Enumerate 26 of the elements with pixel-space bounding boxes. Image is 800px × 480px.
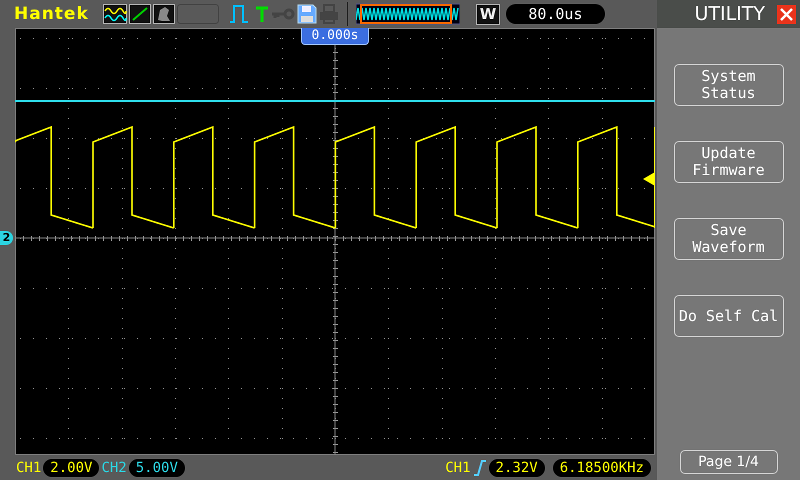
menu-title: UTILITY — [694, 3, 765, 25]
close-icon[interactable] — [777, 4, 796, 24]
pulse-icon[interactable] — [228, 4, 249, 24]
trigger-source: CH1 — [445, 460, 471, 476]
trigger-level: 2.32V — [488, 458, 545, 476]
ch2-marker[interactable]: 2 — [0, 231, 13, 245]
trigger-level-marker[interactable] — [643, 172, 655, 186]
dual-wave-icon[interactable] — [102, 4, 127, 24]
window-mode-badge[interactable]: W — [476, 4, 500, 24]
trigger-t-icon[interactable] — [254, 4, 269, 24]
rising-edge-icon — [472, 460, 487, 476]
menu-button[interactable]: Do Self Cal — [674, 295, 784, 337]
frequency-readout: 6.18500KHz — [552, 458, 651, 476]
persistence-icon[interactable] — [152, 4, 175, 24]
brand-logo: Hantek — [14, 4, 89, 24]
ch2-label: CH2 — [101, 460, 127, 476]
ch1-scale: 2.00V — [43, 458, 100, 476]
menu-button[interactable]: System Status — [674, 64, 784, 106]
memory-waveform-icon — [356, 3, 460, 25]
menu-button[interactable]: Update Firmware — [674, 141, 784, 183]
page-button[interactable]: Page 1/4 — [680, 450, 778, 474]
ch1-label: CH1 — [16, 460, 42, 476]
menu-button[interactable]: Save Waveform — [674, 218, 784, 260]
ch2-scale: 5.00V — [128, 458, 185, 476]
trigger-position-marker[interactable]: 0.000s — [301, 28, 369, 45]
timebase-readout: 80.0us — [506, 4, 604, 24]
